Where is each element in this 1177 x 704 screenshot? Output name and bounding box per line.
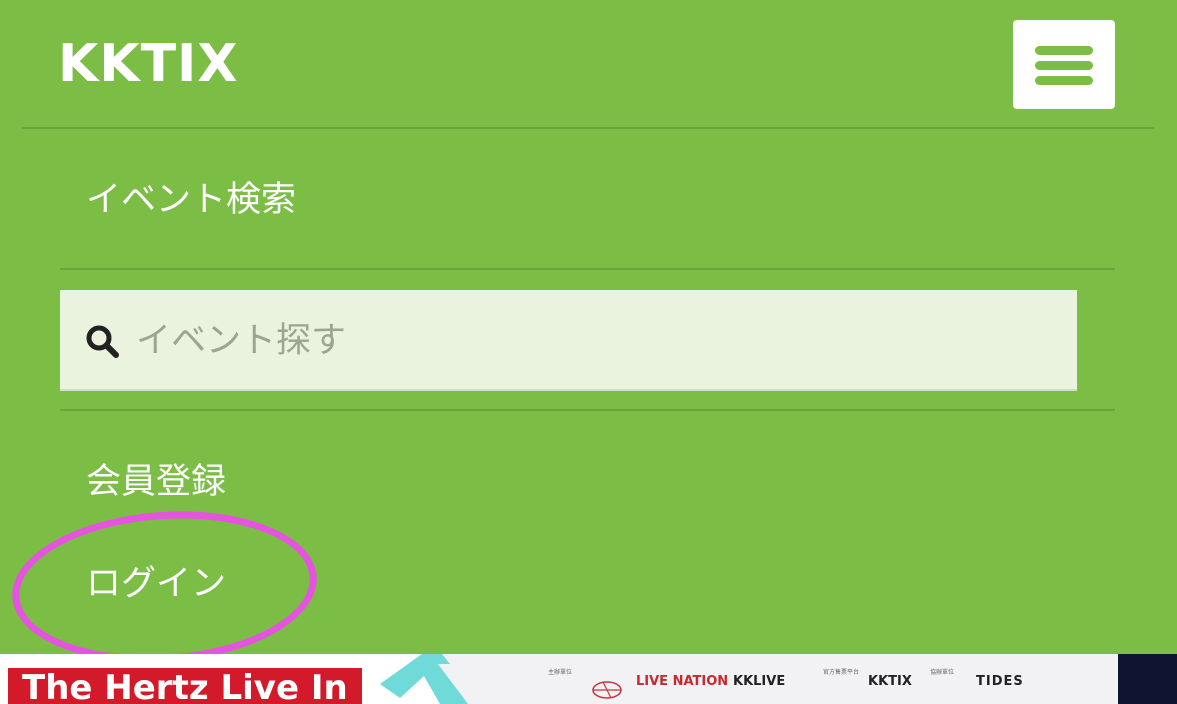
hertz-logo-icon [592, 681, 622, 699]
nav-divider [60, 409, 1115, 411]
search-icon [86, 325, 119, 358]
menu-toggle-button[interactable] [1013, 20, 1115, 109]
sponsor-logo: LIVE NATION [636, 674, 729, 689]
sponsor-logos: 主辦單位 LIVE NATION KKLIVE 官方售票平台 KKTIX 協辦單… [540, 654, 1120, 704]
nav-divider [60, 268, 1115, 270]
hamburger-menu-icon-bar-bottom [1035, 76, 1093, 85]
header-divider [22, 127, 1154, 129]
sponsor-logo: TIDES [976, 674, 1024, 689]
mobile-nav-panel: KKTIX イベント検索 会員登録 ログイン [0, 0, 1177, 673]
banner-edge [1118, 654, 1177, 704]
kktix-logo[interactable]: KKTIX [58, 32, 239, 96]
nav-item-register[interactable]: 会員登録 [86, 460, 226, 504]
hamburger-menu-icon [1035, 46, 1093, 55]
search-box [60, 290, 1077, 391]
page: KKTIX イベント検索 会員登録 ログイン The Hertz Live In [0, 0, 1177, 704]
sponsor-caption: 官方售票平台 [823, 669, 860, 676]
promo-banner[interactable]: The Hertz Live In 主辦單位 LIVE NATION KKLIV… [0, 654, 1177, 704]
banner-title: The Hertz Live In [8, 668, 362, 704]
pixel-arrow-icon [380, 654, 468, 704]
nav-item-event-search[interactable]: イベント検索 [86, 178, 296, 222]
sponsor-logo: KKTIX [868, 674, 912, 689]
hamburger-menu-icon-bar-middle [1035, 61, 1093, 70]
sponsor-logo: KKLIVE [733, 674, 786, 689]
banner-title-area: The Hertz Live In [0, 654, 440, 704]
nav-item-login[interactable]: ログイン [86, 562, 226, 606]
sponsor-caption: 協辦單位 [930, 669, 955, 676]
event-search-input[interactable] [136, 316, 1036, 366]
sponsor-caption: 主辦單位 [548, 669, 573, 676]
